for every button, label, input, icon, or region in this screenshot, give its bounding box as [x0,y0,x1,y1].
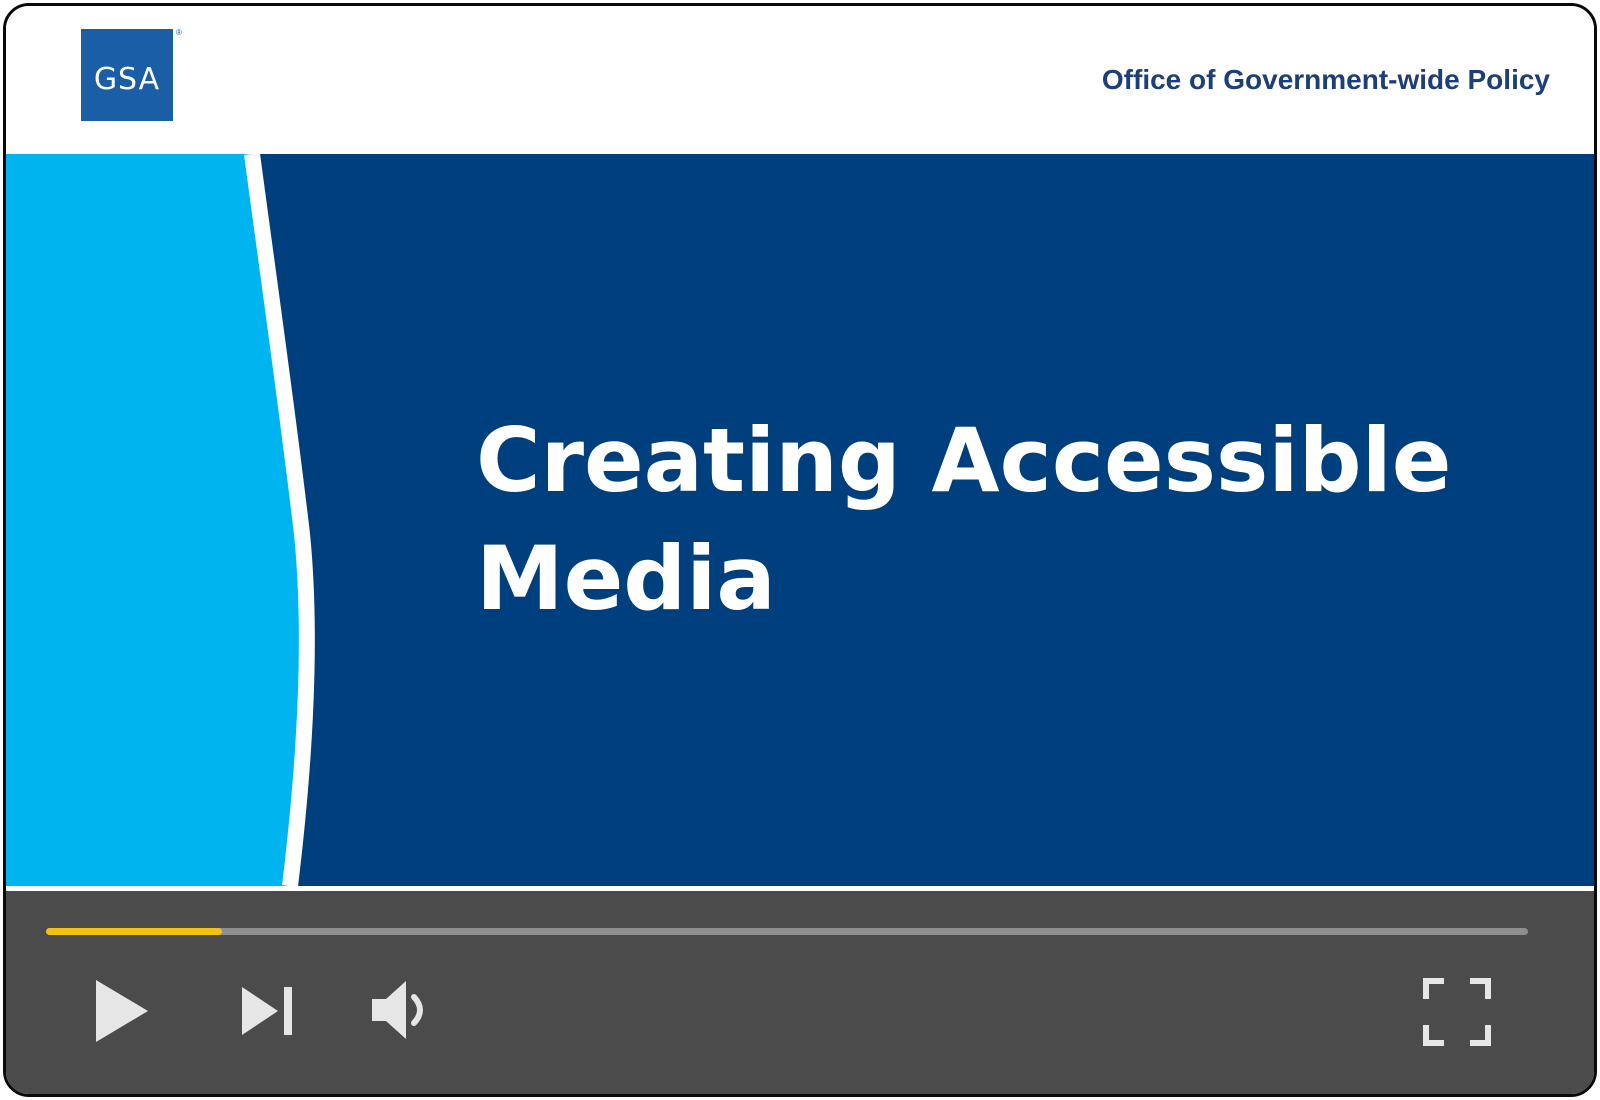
video-slide[interactable]: Creating Accessible Media [6,154,1594,886]
progress-bar[interactable] [46,928,1528,935]
video-player-frame: GSA ® Office of Government-wide Policy C… [3,3,1597,1097]
volume-icon [372,981,423,1039]
office-title: Office of Government-wide Policy [1101,64,1550,95]
gsa-logo: GSA [81,29,173,121]
slide-title: Creating Accessible Media [476,402,1526,638]
wave-decoration [6,154,315,886]
skip-next-button[interactable] [238,983,296,1039]
gsa-logo-text: GSA [93,61,161,97]
play-icon [96,980,148,1042]
fullscreen-button[interactable] [1422,977,1492,1047]
player-control-bar [6,887,1594,1094]
slide-title-line-2: Media [476,527,776,630]
play-button[interactable] [90,976,152,1046]
registered-mark: ® [176,28,182,37]
skip-next-icon [242,987,292,1035]
volume-button[interactable] [370,977,432,1043]
fullscreen-icon [1423,978,1491,1046]
slide-title-line-1: Creating Accessible [476,409,1452,512]
progress-fill [46,928,223,935]
slide-header: GSA ® Office of Government-wide Policy [6,6,1594,156]
